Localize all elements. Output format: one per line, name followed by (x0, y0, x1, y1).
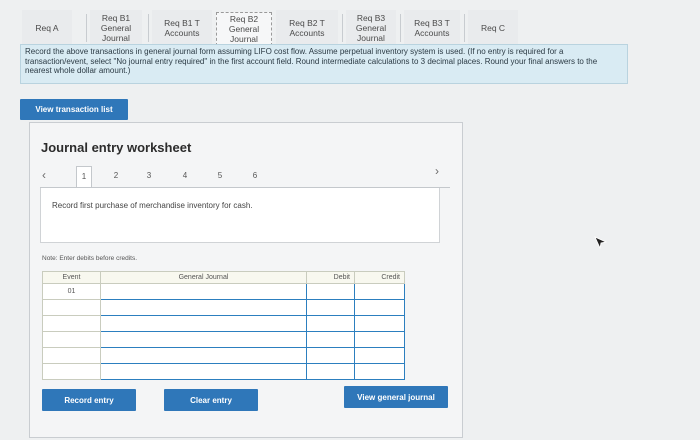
account-select[interactable] (100, 299, 307, 316)
debit-input[interactable] (306, 315, 355, 332)
button-label: View general journal (357, 392, 435, 402)
debit-input[interactable] (306, 363, 355, 380)
page-tab-4[interactable]: 4 (177, 171, 193, 180)
tab-divider (464, 14, 465, 42)
requirement-tabs: Req A Req B1 General Journal Req B1 T Ac… (0, 10, 700, 46)
credit-input[interactable] (354, 283, 405, 300)
tab-divider (148, 14, 149, 42)
record-entry-button[interactable]: Record entry (42, 389, 136, 411)
tab-label: Req B1 T Accounts (164, 18, 200, 38)
journal-entry-table: Event General Journal Debit Credit 01 (42, 271, 405, 380)
account-select[interactable] (100, 331, 307, 348)
event-cell: 01 (42, 283, 101, 300)
column-header-debit: Debit (306, 271, 355, 284)
table-row (42, 315, 405, 332)
instructions-box: Record the above transactions in general… (20, 44, 628, 84)
debit-input[interactable] (306, 283, 355, 300)
page-tab-3[interactable]: 3 (141, 171, 157, 180)
tab-label: Req B2 General Journal (228, 14, 260, 44)
account-select[interactable] (100, 347, 307, 364)
tab-req-b2-general-journal[interactable]: Req B2 General Journal (216, 12, 272, 46)
account-select[interactable] (100, 315, 307, 332)
tab-divider (86, 14, 87, 42)
tab-req-b3-general-journal[interactable]: Req B3 General Journal (346, 10, 396, 46)
tab-req-a[interactable]: Req A (22, 10, 72, 46)
credit-input[interactable] (354, 315, 405, 332)
event-cell (42, 363, 101, 380)
chevron-left-icon[interactable]: ‹ (42, 168, 46, 182)
table-header-row: Event General Journal Debit Credit (42, 271, 405, 284)
debits-credits-note: Note: Enter debits before credits. (42, 255, 138, 262)
debit-input[interactable] (306, 299, 355, 316)
debit-input[interactable] (306, 347, 355, 364)
table-row: 01 (42, 283, 405, 300)
event-cell (42, 331, 101, 348)
event-cell (42, 347, 101, 364)
table-row (42, 363, 405, 380)
button-label: Record entry (64, 395, 114, 405)
credit-input[interactable] (354, 347, 405, 364)
debit-input[interactable] (306, 331, 355, 348)
worksheet-title: Journal entry worksheet (41, 140, 192, 155)
credit-input[interactable] (354, 331, 405, 348)
tab-req-b1-t-accounts[interactable]: Req B1 T Accounts (152, 10, 212, 46)
column-header-event: Event (42, 271, 101, 284)
column-header-general-journal: General Journal (100, 271, 307, 284)
clear-entry-button[interactable]: Clear entry (164, 389, 258, 411)
instructions-text: Record the above transactions in general… (25, 47, 598, 75)
page-tab-6[interactable]: 6 (247, 171, 263, 180)
tab-label: Req C (480, 23, 506, 33)
journal-entry-worksheet: Journal entry worksheet ‹ 1 2 3 4 5 6 › … (29, 122, 463, 438)
entry-description-box: Record first purchase of merchandise inv… (40, 188, 440, 243)
button-label: View transaction list (35, 105, 113, 114)
table-row (42, 331, 405, 348)
tab-req-b3-t-accounts[interactable]: Req B3 T Accounts (404, 10, 460, 46)
tab-divider (400, 14, 401, 42)
table-row (42, 347, 405, 364)
page-tab-2[interactable]: 2 (108, 171, 124, 180)
account-select[interactable] (100, 363, 307, 380)
table-row (42, 299, 405, 316)
account-select[interactable] (100, 283, 307, 300)
column-header-credit: Credit (354, 271, 405, 284)
tab-label: Req B1 General Journal (100, 13, 132, 43)
view-transaction-list-button[interactable]: View transaction list (20, 99, 128, 120)
tab-label: Req A (35, 23, 59, 33)
worksheet-pager: ‹ 1 2 3 4 5 6 › (40, 164, 450, 188)
button-label: Clear entry (190, 395, 232, 405)
credit-input[interactable] (354, 299, 405, 316)
view-general-journal-button[interactable]: View general journal (344, 386, 448, 408)
page-tab-5[interactable]: 5 (212, 171, 228, 180)
entry-description: Record first purchase of merchandise inv… (52, 201, 253, 210)
tab-label: Req B3 General Journal (355, 13, 387, 43)
tab-req-b1-general-journal[interactable]: Req B1 General Journal (90, 10, 142, 46)
tab-label: Req B3 T Accounts (414, 18, 450, 38)
event-cell (42, 315, 101, 332)
credit-input[interactable] (354, 363, 405, 380)
tab-req-b2-t-accounts[interactable]: Req B2 T Accounts (276, 10, 338, 46)
event-cell (42, 299, 101, 316)
tab-req-c[interactable]: Req C (468, 10, 518, 46)
mouse-cursor-icon (594, 236, 608, 250)
tab-label: Req B2 T Accounts (289, 18, 325, 38)
chevron-right-icon[interactable]: › (435, 164, 439, 178)
tab-divider (342, 14, 343, 42)
page-tab-1[interactable]: 1 (76, 166, 92, 188)
